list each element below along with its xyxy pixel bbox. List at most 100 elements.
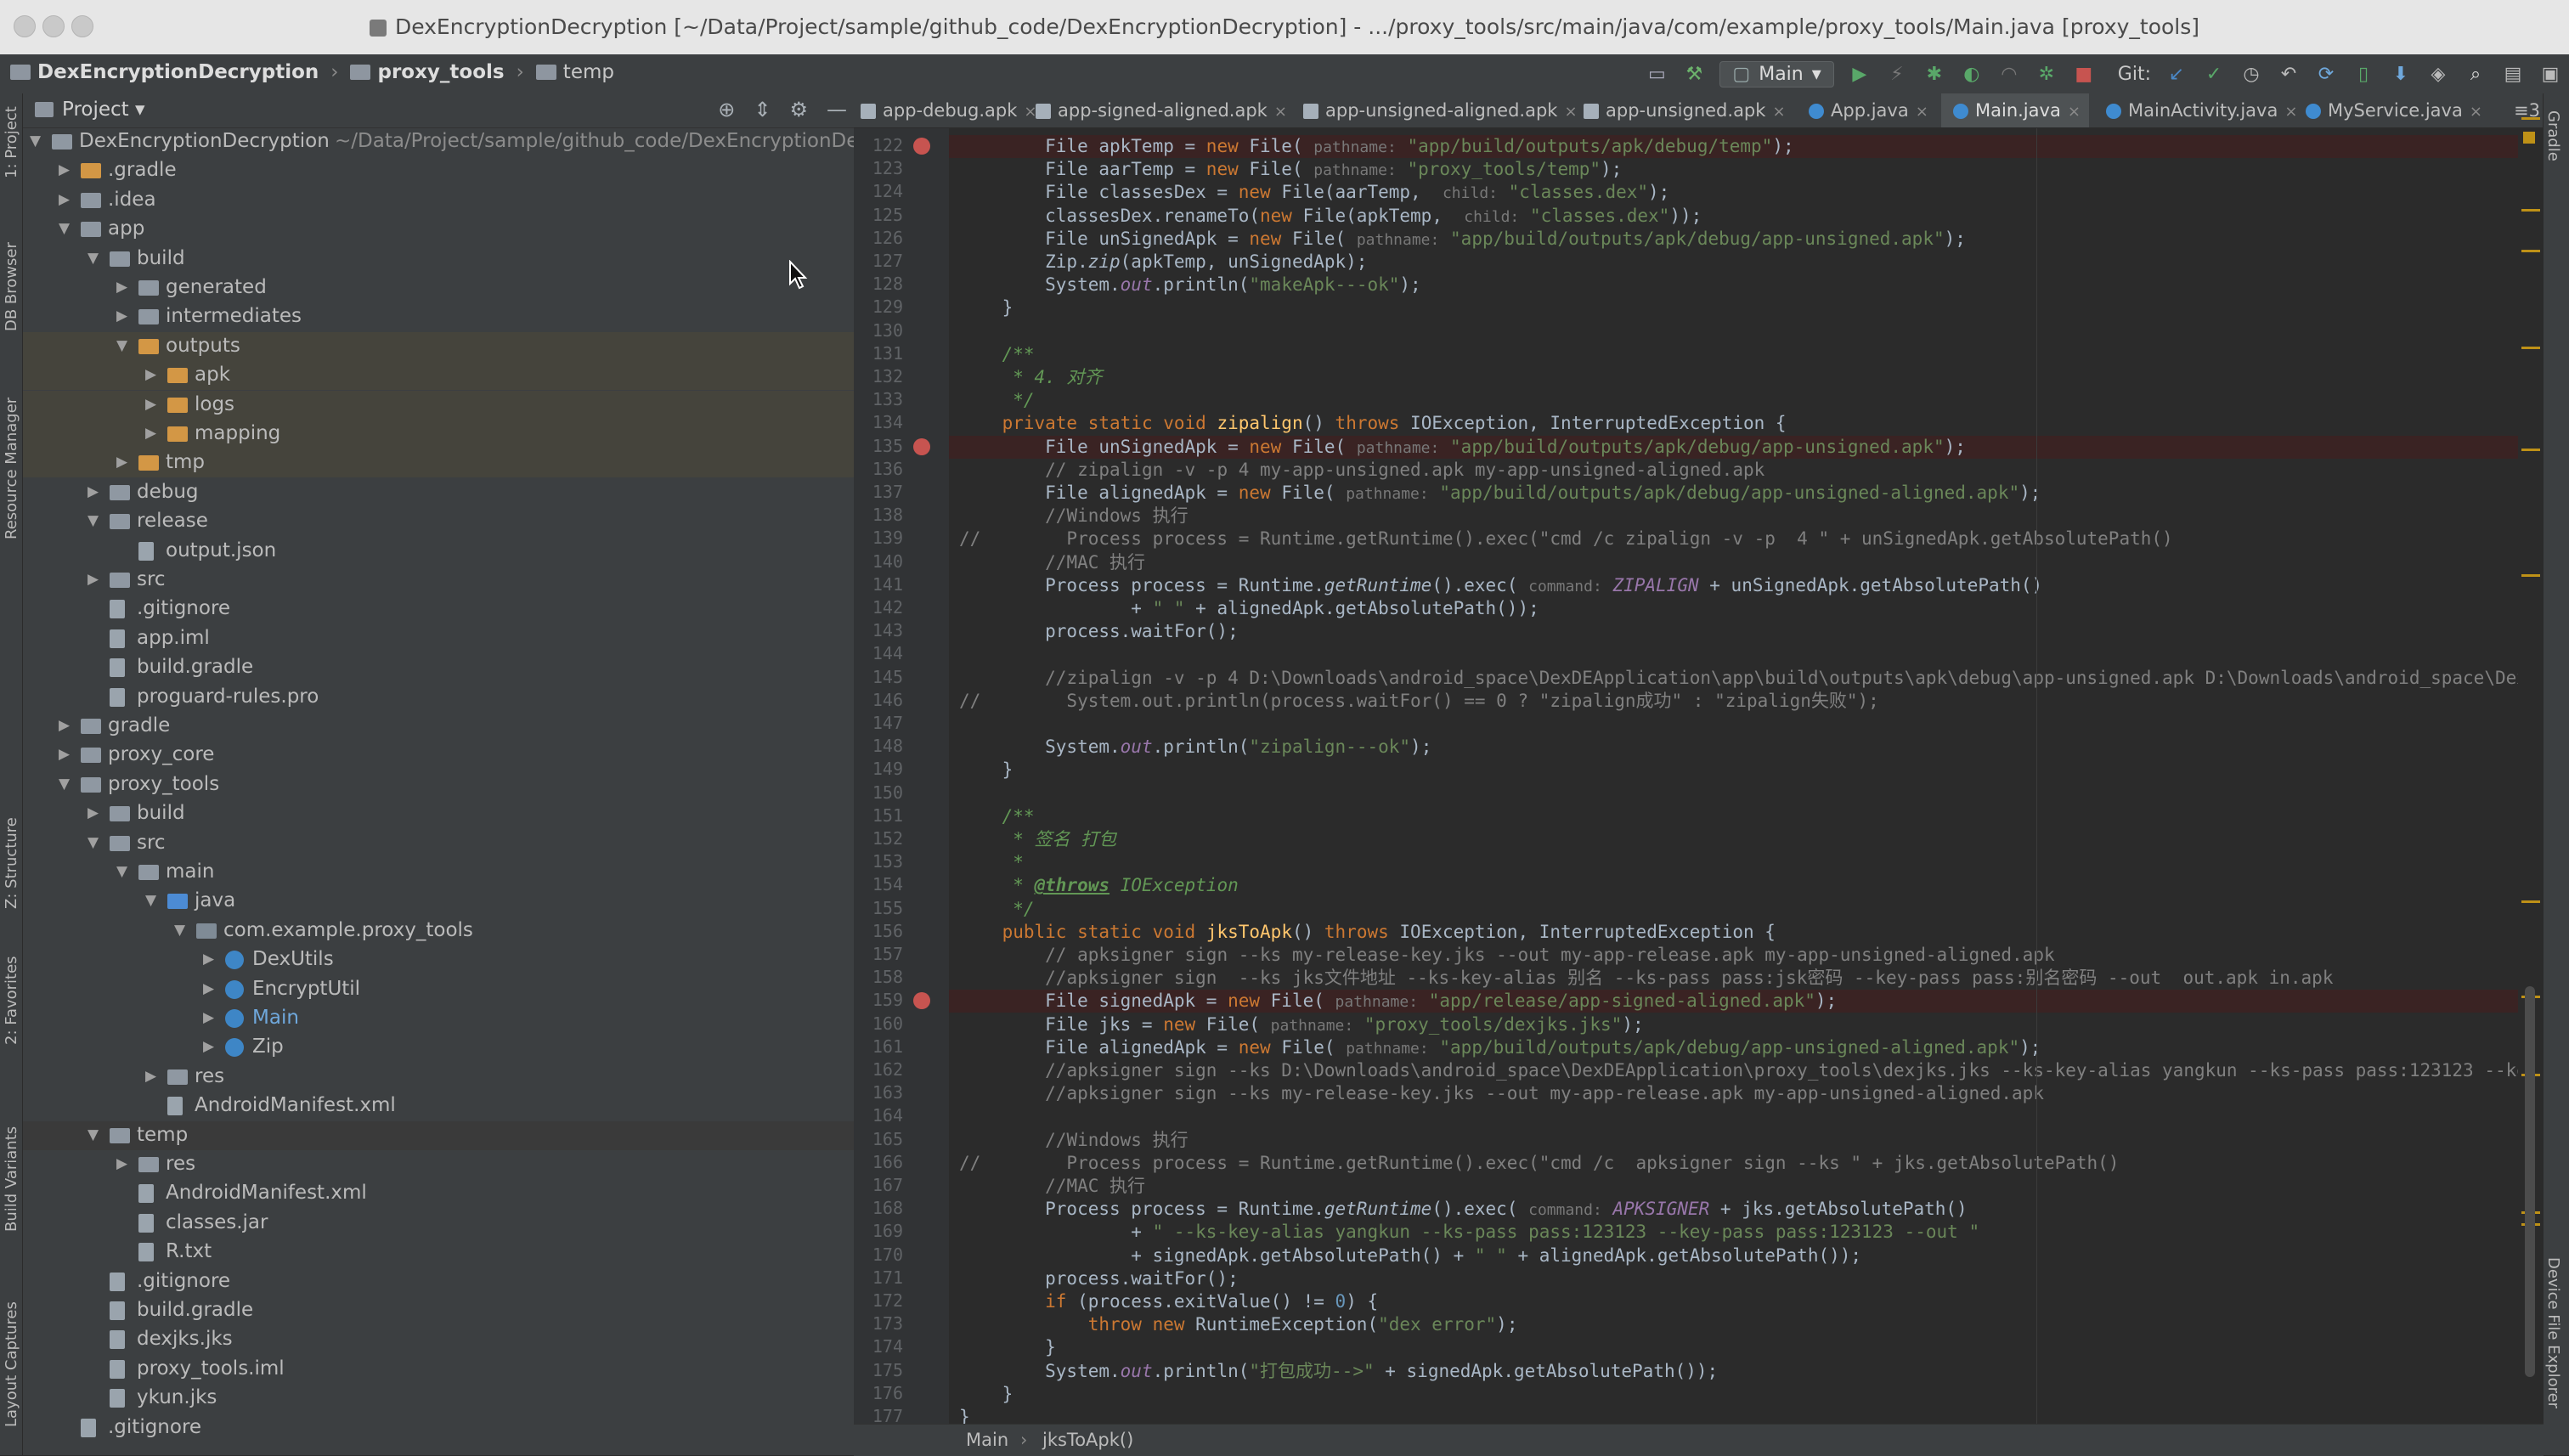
tree-item[interactable]: .gitignore	[23, 1414, 854, 1442]
code-line[interactable]: Process process = Runtime.getRuntime().e…	[959, 574, 2042, 597]
code-line[interactable]: File signedApk = new File( pathname: "ap…	[959, 990, 1837, 1013]
code-line[interactable]: * 签名 打包	[959, 828, 1116, 851]
tree-item[interactable]: app.iml	[23, 624, 854, 653]
collapse-arrow-icon[interactable]: ▶	[203, 1038, 217, 1055]
git-commit-icon[interactable]: ✓	[2202, 62, 2226, 86]
collapse-arrow-icon[interactable]: ▶	[116, 308, 130, 324]
tree-item[interactable]: ▼ DexEncryptionDecryption ~/Data/Project/s…	[23, 127, 854, 156]
collapse-all-icon[interactable]: ⇕	[754, 98, 771, 121]
breakpoint-icon[interactable]	[913, 437, 930, 455]
editor-tab[interactable]: app-unsigned-aligned.apk ×	[1291, 93, 1586, 127]
breadcrumb-root[interactable]: DexEncryptionDecryption	[10, 61, 319, 83]
tree-item[interactable]: ▼ proxy_tools	[23, 770, 854, 799]
editor-tab[interactable]: MainActivity.java ×	[2094, 93, 2306, 127]
tree-item[interactable]: ▶ proxy_core	[23, 741, 854, 770]
coverage-icon[interactable]: ◐	[1960, 62, 1984, 86]
stop-icon[interactable]: ■	[2072, 62, 2096, 86]
tree-item[interactable]: AndroidManifest.xml	[23, 1179, 854, 1208]
tree-item[interactable]: classes.jar	[23, 1209, 854, 1238]
code-line[interactable]: throw new RuntimeException("dex error");	[959, 1313, 1518, 1336]
code-line[interactable]: // System.out.println(process.waitFor() …	[959, 690, 1879, 713]
expand-arrow-icon[interactable]: ▼	[145, 892, 159, 909]
tree-item[interactable]: ▶ Main	[23, 1004, 854, 1033]
warning-marker[interactable]	[2521, 900, 2540, 903]
expand-arrow-icon[interactable]: ▼	[88, 250, 101, 267]
tree-item[interactable]: ▶ Zip	[23, 1033, 854, 1062]
expand-arrow-icon[interactable]: ▼	[30, 133, 43, 150]
tree-item[interactable]: ▶ .idea	[23, 186, 854, 215]
attach-debugger-icon[interactable]: ✲	[2035, 62, 2058, 86]
close-tab-icon[interactable]: ×	[1274, 103, 1287, 121]
expand-arrow-icon[interactable]: ▼	[59, 776, 72, 793]
editor-tab[interactable]: Main.java ×	[1941, 93, 2089, 127]
code-line[interactable]: }	[959, 759, 1013, 782]
editor-tab[interactable]: app-signed-aligned.apk ×	[1024, 93, 1296, 127]
breadcrumb-method[interactable]: jksToApk()	[1042, 1430, 1133, 1450]
code-line[interactable]: File alignedApk = new File( pathname: "a…	[959, 482, 2041, 505]
collapse-arrow-icon[interactable]: ▶	[88, 483, 101, 500]
collapse-arrow-icon[interactable]: ▶	[116, 279, 130, 296]
editor-tab[interactable]: app-unsigned.apk ×	[1572, 93, 1794, 127]
code-editor[interactable]: File apkTemp = new File( pathname: "app/…	[949, 128, 2544, 1424]
code-line[interactable]: }	[959, 296, 1013, 319]
collapse-arrow-icon[interactable]: ▶	[88, 571, 101, 588]
tree-item[interactable]: ▼ build	[23, 245, 854, 274]
collapse-arrow-icon[interactable]: ▶	[88, 804, 101, 821]
breadcrumb-class[interactable]: Main	[966, 1430, 1008, 1450]
close-tab-icon[interactable]: ×	[1916, 103, 1928, 121]
collapse-arrow-icon[interactable]: ▶	[203, 951, 217, 968]
tree-item[interactable]: ▼ java	[23, 887, 854, 916]
warning-marker[interactable]	[2521, 250, 2540, 252]
warning-marker[interactable]	[2521, 574, 2540, 577]
tree-item[interactable]: ▶ src	[23, 566, 854, 595]
editor-tab[interactable]: App.java ×	[1797, 93, 1937, 127]
code-line[interactable]: // Process process = Runtime.getRuntime(…	[959, 1152, 2119, 1175]
code-line[interactable]: * 4. 对齐	[959, 366, 1102, 389]
code-line[interactable]: //apksigner sign --ks my-release-key.jks…	[959, 1082, 2044, 1105]
inspection-status-icon[interactable]	[2523, 132, 2535, 144]
tree-item[interactable]: ▶ EncryptUtil	[23, 975, 854, 1004]
tree-item[interactable]: ▼ app	[23, 215, 854, 244]
code-line[interactable]: + signedApk.getAbsolutePath() + " " + al…	[959, 1244, 1861, 1267]
collapse-arrow-icon[interactable]: ▶	[145, 1068, 159, 1085]
run-configuration-dropdown[interactable]: ▢ Main ▾	[1719, 60, 1834, 87]
code-line[interactable]: */	[959, 389, 1034, 412]
code-line[interactable]: //zipalign -v -p 4 D:\Downloads\android_…	[959, 667, 2538, 690]
editor-gutter[interactable]: 122 123 124 125 126 127 128 129 130 131 132 133 134 1…	[854, 128, 949, 1426]
expand-arrow-icon[interactable]: ▼	[88, 512, 101, 529]
tree-item[interactable]: ▼ outputs	[23, 331, 854, 361]
tree-item[interactable]: ▶ intermediates	[23, 302, 854, 331]
hide-panel-icon[interactable]: —	[827, 98, 847, 121]
tree-item[interactable]: ▶ gradle	[23, 712, 854, 741]
expand-arrow-icon[interactable]: ▼	[116, 863, 130, 880]
tree-item[interactable]: build.gradle	[23, 1296, 854, 1325]
collapse-arrow-icon[interactable]: ▶	[145, 425, 159, 442]
code-line[interactable]: Process process = Runtime.getRuntime().e…	[959, 1198, 1968, 1221]
code-line[interactable]: System.out.println("makeApk---ok");	[959, 274, 1421, 296]
code-line[interactable]: // zipalign -v -p 4 my-app-unsigned.apk …	[959, 459, 1764, 482]
code-line[interactable]: /**	[959, 805, 1035, 828]
tree-item[interactable]: ▶ mapping	[23, 420, 854, 449]
collapse-arrow-icon[interactable]: ▶	[203, 980, 217, 997]
code-line[interactable]: + " " + alignedApk.getAbsolutePath());	[959, 597, 1539, 620]
collapse-arrow-icon[interactable]: ▶	[59, 717, 72, 734]
tool-tab-gradle[interactable]: Gradle	[2544, 110, 2566, 212]
tree-item[interactable]: R.txt	[23, 1238, 854, 1267]
code-line[interactable]: //Windows 执行	[959, 505, 1188, 528]
expand-arrow-icon[interactable]: ▼	[88, 834, 101, 851]
code-line[interactable]: File aarTemp = new File( pathname: "prox…	[959, 158, 1622, 181]
collapse-arrow-icon[interactable]: ▶	[145, 366, 159, 383]
code-line[interactable]: if (process.exitValue() != 0) {	[959, 1290, 1378, 1313]
tree-item[interactable]: .gitignore	[23, 1267, 854, 1296]
tree-item[interactable]: output.json	[23, 537, 854, 566]
tree-item[interactable]: ▶ logs	[23, 390, 854, 420]
code-line[interactable]: //apksigner sign --ks jks文件地址 --ks-key-a…	[959, 967, 2333, 990]
tree-item[interactable]: ▶ res	[23, 1063, 854, 1092]
breakpoint-icon[interactable]	[913, 992, 930, 1010]
code-line[interactable]: //apksigner sign --ks D:\Downloads\andro…	[959, 1059, 2538, 1082]
breadcrumb-folder[interactable]: temp	[535, 61, 614, 83]
code-line[interactable]: Zip.zip(apkTemp, unSignedApk);	[959, 251, 1367, 274]
tree-item[interactable]: dexjks.jks	[23, 1325, 854, 1354]
collapse-arrow-icon[interactable]: ▶	[203, 1009, 217, 1026]
tree-item[interactable]: ▶ generated	[23, 274, 854, 302]
